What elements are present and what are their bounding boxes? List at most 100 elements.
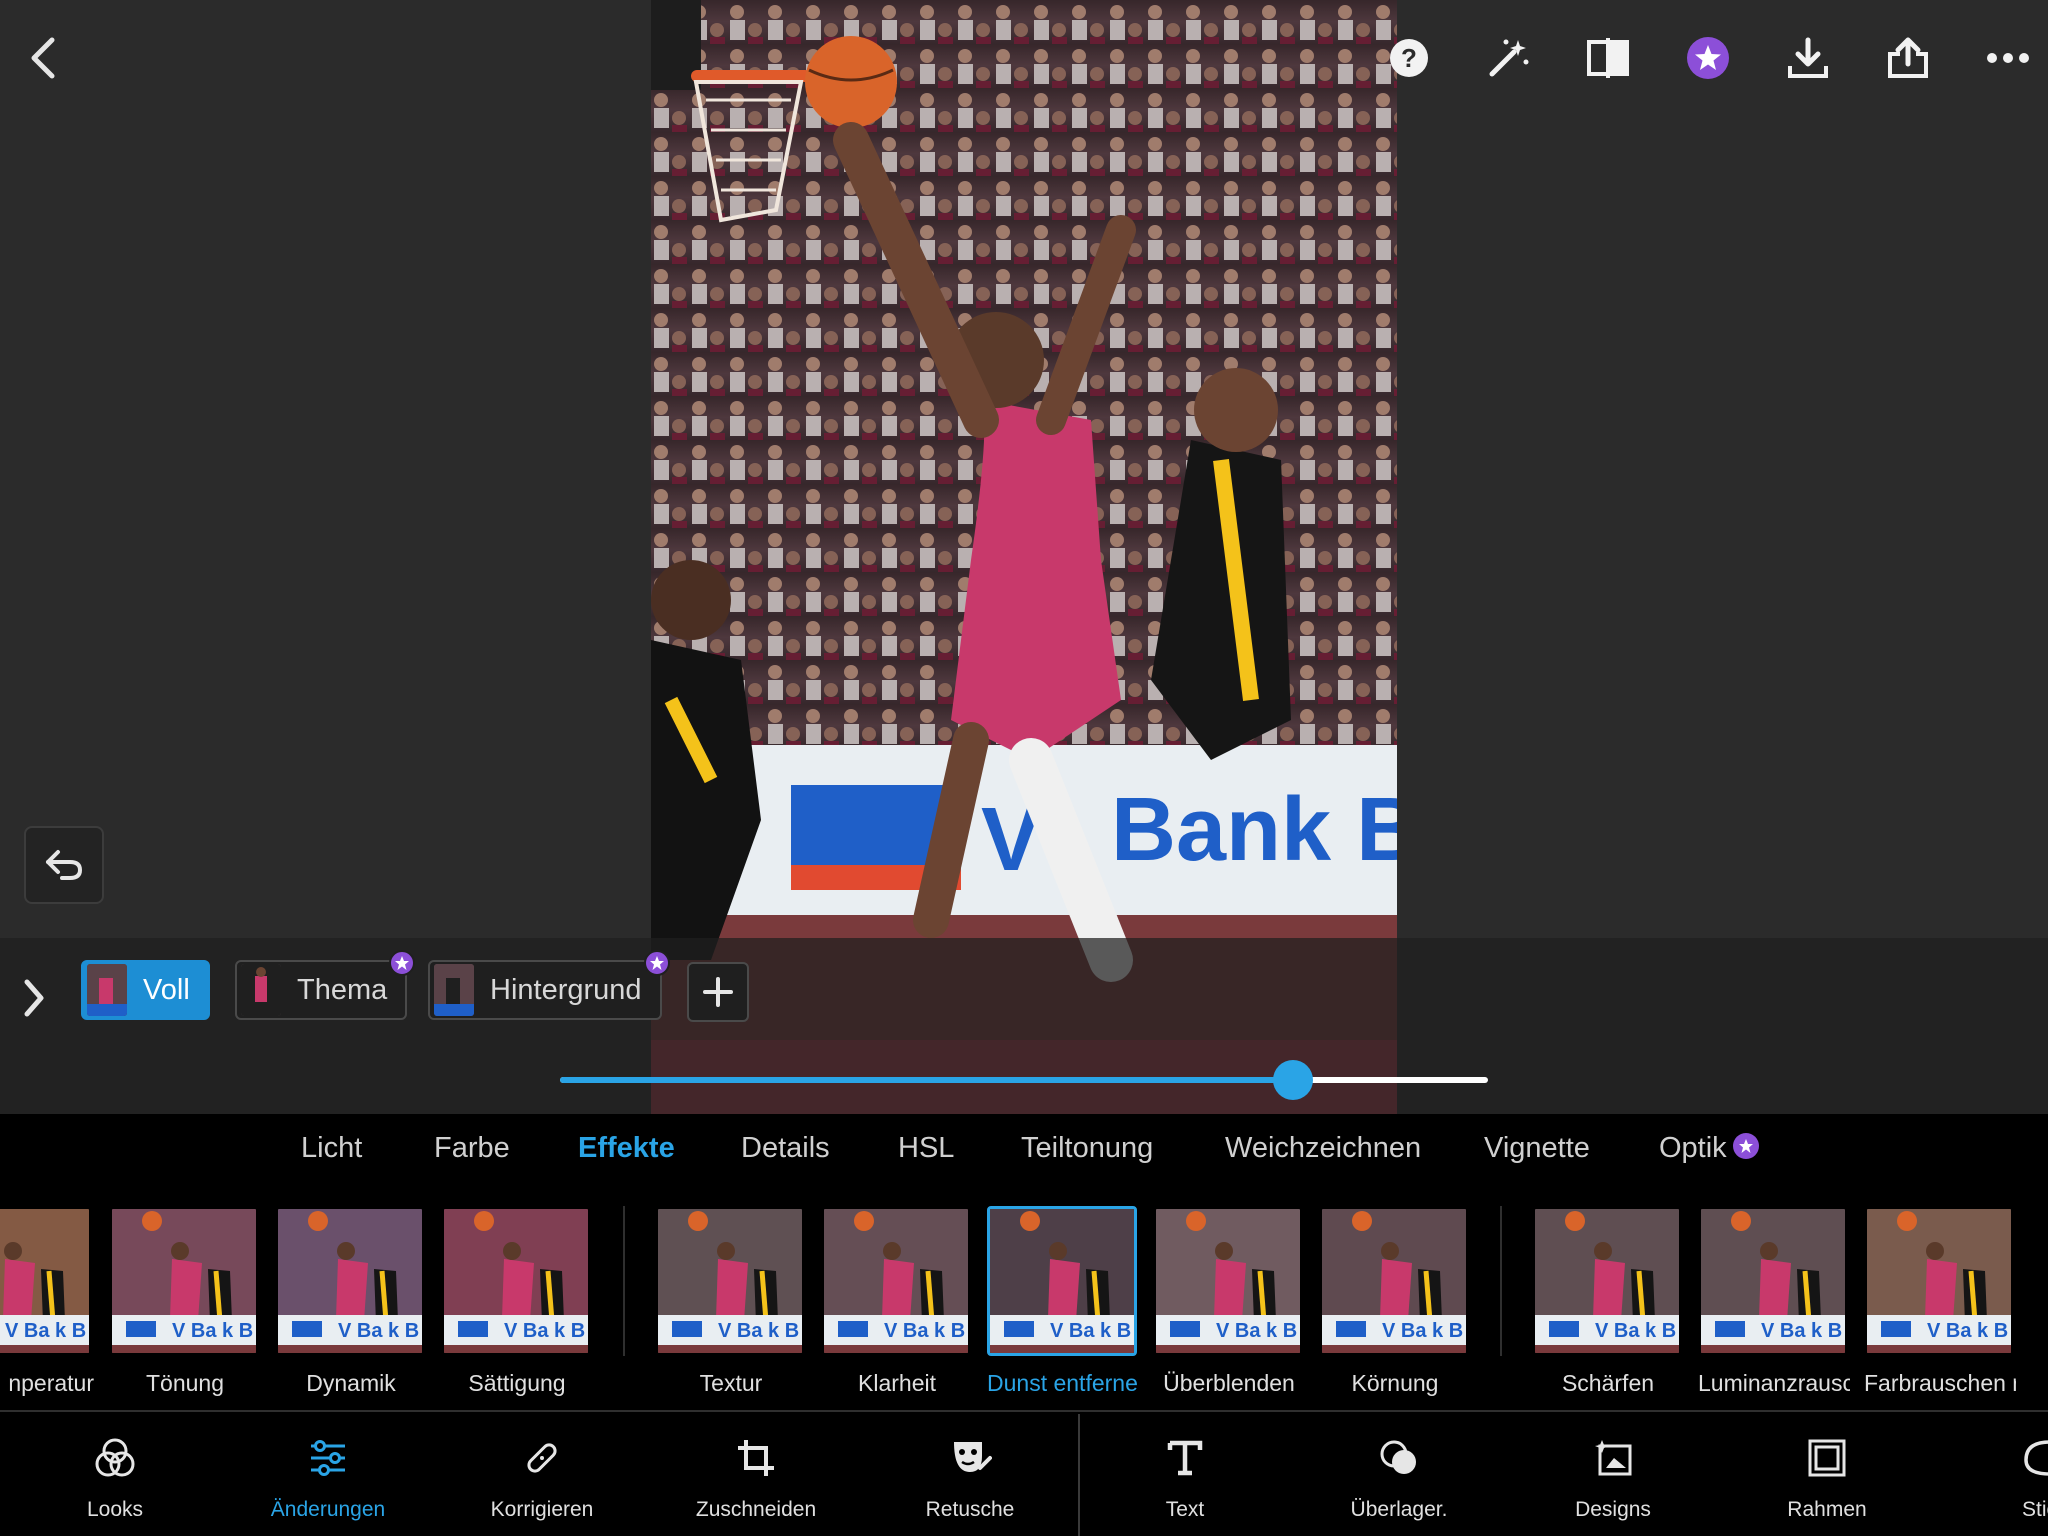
tab-optik[interactable]: Optik — [1659, 1132, 1759, 1165]
mask-chip-label: Voll — [143, 973, 190, 1006]
mask-chip-thema[interactable]: Thema — [235, 950, 416, 1020]
svg-text:V Ba k B: V Ba k B — [1382, 1320, 1463, 1342]
nav-label: Text — [1165, 1498, 1205, 1521]
tool-saettigung[interactable]: V Ba k B Sättigung — [441, 1206, 593, 1397]
back-button[interactable] — [12, 28, 72, 88]
mask-chip-voll[interactable]: Voll — [81, 960, 210, 1020]
tool-dynamik[interactable]: V Ba k B Dynamik — [275, 1206, 427, 1397]
crop-icon — [738, 1440, 774, 1476]
tool-label: Klarheit — [858, 1370, 936, 1396]
nav-rahmen[interactable]: Rahmen — [1732, 1412, 1922, 1536]
tool-thumbnail: V Ba k B — [1698, 1206, 1848, 1356]
tool-thumbnail: V Ba k B — [1319, 1206, 1469, 1356]
add-mask-button[interactable] — [687, 962, 749, 1022]
tool-temperatur[interactable]: V Ba k B nperatur — [0, 1206, 94, 1397]
tab-hsl[interactable]: HSL — [898, 1132, 954, 1165]
tab-teiltonung[interactable]: Teiltonung — [1021, 1132, 1153, 1165]
compare-icon — [1587, 38, 1629, 78]
tool-toenung[interactable]: V Ba k B Tönung — [109, 1206, 261, 1397]
category-tabs: Licht Farbe Effekte Details HSL Teiltonu… — [0, 1114, 2048, 1190]
tool-schaerfen[interactable]: V Ba k B Schärfen — [1532, 1206, 1684, 1397]
tab-vignette[interactable]: Vignette — [1484, 1132, 1590, 1165]
overlay-icon — [1380, 1440, 1416, 1474]
sticker-icon — [2024, 1440, 2048, 1476]
tool-label: Tönung — [145, 1370, 224, 1396]
frame-icon — [1808, 1439, 1846, 1477]
tool-thumbnail: V Ba k B — [0, 1206, 92, 1356]
nav-korrigieren[interactable]: Korrigieren — [447, 1412, 637, 1536]
tab-details[interactable]: Details — [741, 1132, 830, 1165]
tab-farbe[interactable]: Farbe — [434, 1132, 510, 1165]
svg-text:V Ba k B: V Ba k B — [504, 1320, 585, 1342]
tool-label: Farbrauschen re — [1864, 1370, 2016, 1396]
tool-klarheit[interactable]: V Ba k B Klarheit — [821, 1206, 973, 1397]
mask-thumbnail — [434, 964, 474, 1016]
mask-thumbnail — [241, 964, 281, 1016]
tool-textur[interactable]: V Ba k B Textur — [655, 1206, 807, 1397]
tool-luminanzrauschen[interactable]: V Ba k B Luminanzrauscl — [1698, 1206, 1850, 1397]
tool-group-divider — [623, 1206, 625, 1356]
mask-thumbnail — [87, 964, 127, 1016]
tab-weichzeichnen[interactable]: Weichzeichnen — [1225, 1132, 1421, 1165]
help-icon: ? — [1390, 39, 1428, 77]
tool-thumbnail: V Ba k B — [655, 1206, 805, 1356]
back-icon — [31, 37, 55, 79]
nav-ueberlagerungen[interactable]: Überlager. — [1304, 1412, 1494, 1536]
auto-enhance-button[interactable] — [1478, 28, 1538, 88]
tab-licht[interactable]: Licht — [301, 1132, 362, 1165]
adjustment-slider[interactable] — [560, 1060, 1488, 1100]
svg-text:V Ba k B: V Ba k B — [1927, 1320, 2008, 1342]
premium-star-icon — [643, 950, 670, 976]
mask-chip-label: Thema — [297, 973, 388, 1006]
undo-button[interactable] — [24, 826, 104, 904]
tab-effekte[interactable]: Effekte — [578, 1132, 675, 1165]
nav-label: Designs — [1575, 1498, 1651, 1521]
retouch-icon — [954, 1442, 992, 1472]
nav-zuschneiden[interactable]: Zuschneiden — [661, 1412, 851, 1536]
tool-koernung[interactable]: V Ba k B Körnung — [1319, 1206, 1471, 1397]
effect-tools-row: V Ba k B nperatur V Ba k B Tönung V Ba k… — [0, 1206, 2048, 1406]
photo-canvas[interactable]: V Bank B ? Voll Thema Hintergrund — [0, 0, 2048, 1114]
more-button[interactable] — [1978, 28, 2038, 88]
slider-handle[interactable] — [1273, 1060, 1314, 1100]
svg-text:?: ? — [1401, 43, 1417, 73]
tool-label: Textur — [699, 1370, 763, 1396]
svg-text:V Ba k B: V Ba k B — [1050, 1320, 1131, 1342]
nav-separator — [1078, 1414, 1080, 1536]
tool-thumbnail: V Ba k B — [109, 1206, 259, 1356]
nav-retusche[interactable]: Retusche — [875, 1412, 1065, 1536]
tool-label: Körnung — [1351, 1370, 1439, 1396]
expand-masks-button[interactable] — [14, 968, 54, 1028]
tool-dunst-entfernen[interactable]: V Ba k B Dunst entferner — [987, 1206, 1139, 1397]
adjustment-panel: Licht Farbe Effekte Details HSL Teiltonu… — [0, 1114, 2048, 1414]
svg-text:V Ba k B: V Ba k B — [172, 1320, 253, 1342]
tool-thumbnail: V Ba k B — [1864, 1206, 2014, 1356]
nav-label: Zuschneiden — [695, 1498, 817, 1521]
share-icon — [1888, 37, 1928, 78]
nav-sticker[interactable]: Stic — [1946, 1412, 2048, 1536]
nav-text[interactable]: Text — [1090, 1412, 1280, 1536]
adjust-sliders-icon — [311, 1440, 345, 1476]
svg-text:V Ba k B: V Ba k B — [5, 1320, 86, 1342]
svg-text:V Ba k B: V Ba k B — [338, 1320, 419, 1342]
more-icon — [1987, 53, 2029, 63]
download-button[interactable] — [1778, 28, 1838, 88]
chevron-right-icon — [24, 979, 44, 1017]
tool-ueberblenden[interactable]: V Ba k B Überblenden — [1153, 1206, 1305, 1397]
premium-button[interactable] — [1678, 28, 1738, 88]
help-button[interactable]: ? — [1379, 28, 1439, 88]
share-button[interactable] — [1878, 28, 1938, 88]
bottom-nav: Looks Änderungen Korrigieren Zuschneiden… — [0, 1410, 2048, 1536]
nav-aenderungen[interactable]: Änderungen — [233, 1412, 423, 1536]
slider-fill — [560, 1077, 1294, 1083]
premium-star-icon — [1687, 37, 1729, 79]
tool-farbrauschen[interactable]: V Ba k B Farbrauschen re — [1864, 1206, 2016, 1397]
tool-thumbnail: V Ba k B — [1532, 1206, 1682, 1356]
nav-label: Looks — [86, 1498, 144, 1521]
magic-wand-icon — [1489, 39, 1529, 77]
tool-label: Dunst entferner — [987, 1370, 1139, 1396]
compare-button[interactable] — [1578, 28, 1638, 88]
nav-looks[interactable]: Looks — [20, 1412, 210, 1536]
nav-designs[interactable]: Designs — [1518, 1412, 1708, 1536]
mask-chip-hintergrund[interactable]: Hintergrund — [428, 950, 670, 1020]
